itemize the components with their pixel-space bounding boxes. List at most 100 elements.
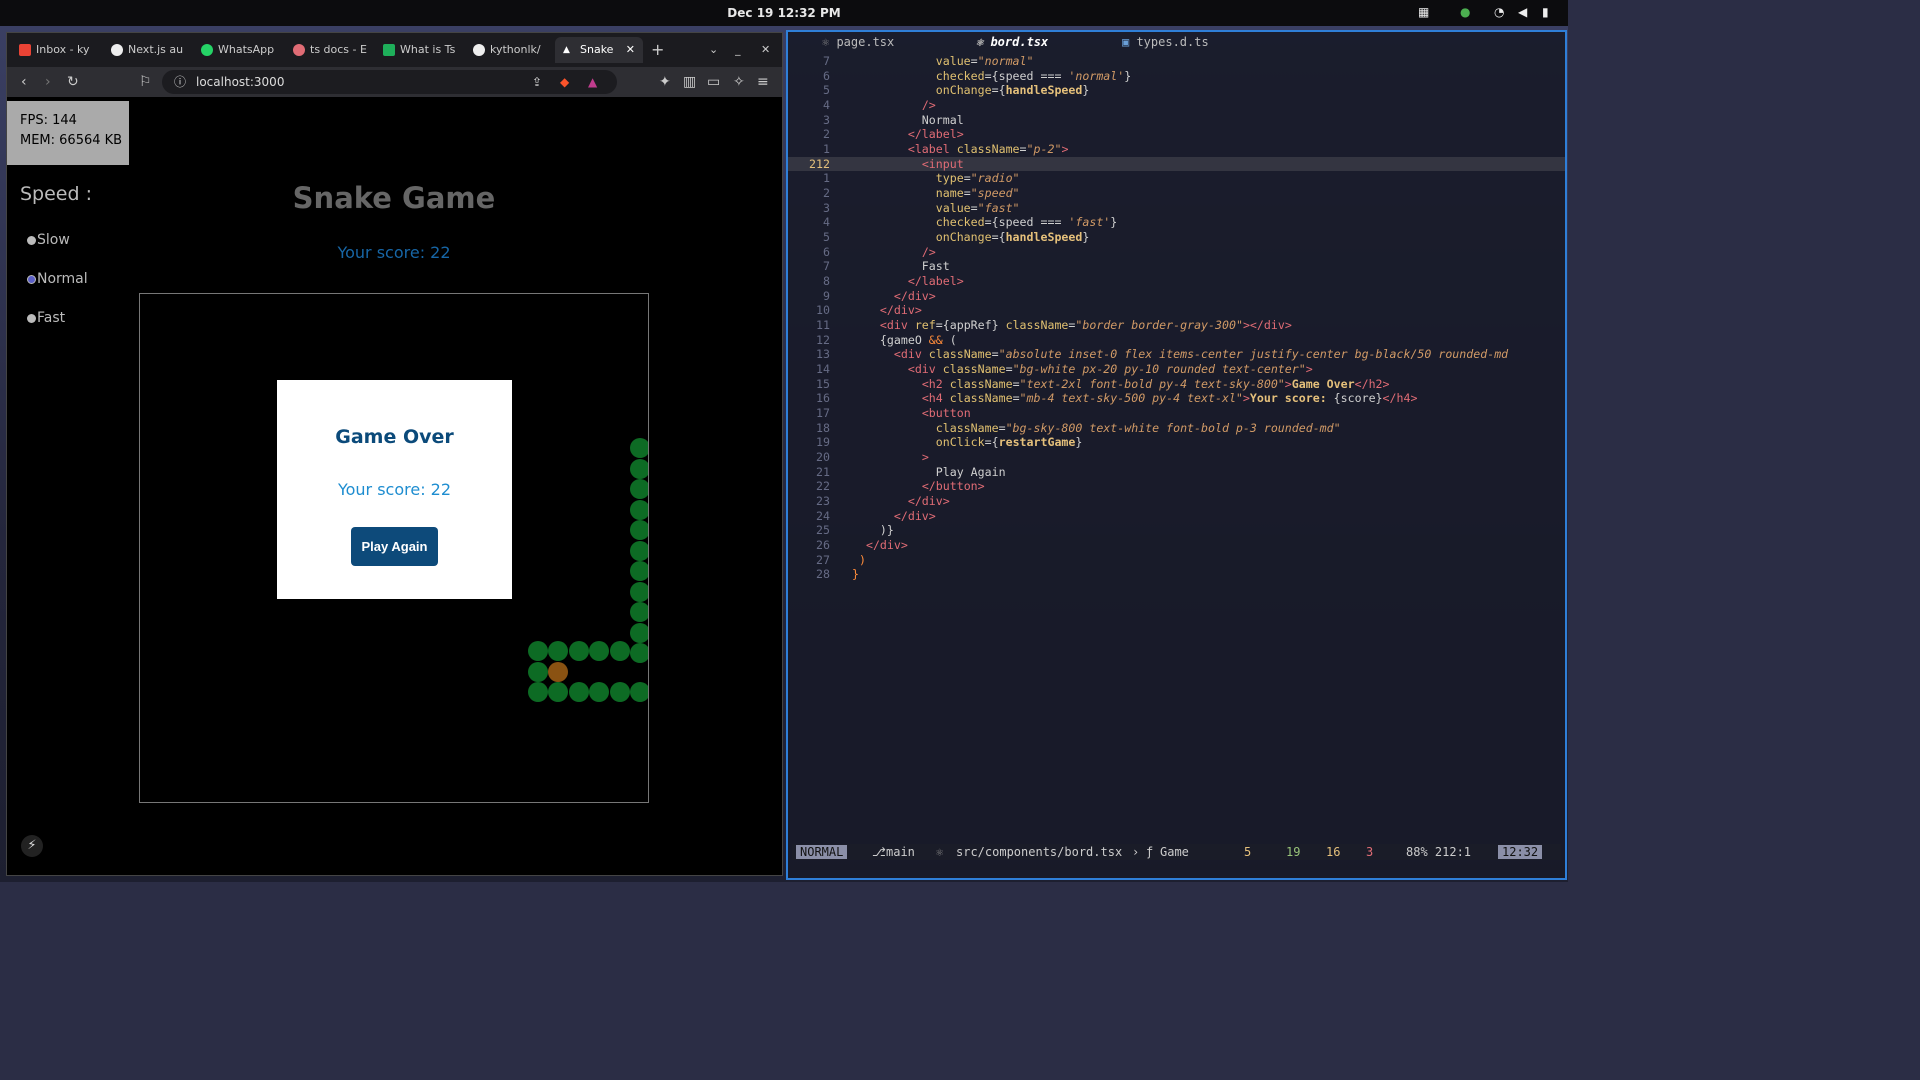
tab-snake[interactable]: ▲ Snake ✕ [555, 37, 643, 63]
battery-icon[interactable]: ▮ [1542, 5, 1549, 19]
code-line[interactable]: 25 )} [788, 523, 1565, 538]
code-line[interactable]: 3 Normal [788, 113, 1565, 128]
code-line[interactable]: 9 </div> [788, 289, 1565, 304]
volume-icon[interactable]: ◀ [1518, 5, 1527, 19]
close-tab-icon[interactable]: ✕ [626, 37, 635, 63]
added-count: 19 [1286, 845, 1301, 859]
code-line[interactable]: 13 <div className="absolute inset-0 flex… [788, 347, 1565, 362]
menu-icon[interactable]: ≡ [757, 74, 769, 90]
code-area[interactable]: 7 value="normal" 6 checked={speed === 'no… [788, 54, 1565, 594]
code-line[interactable]: 18 className="bg-sky-800 text-white font… [788, 421, 1565, 436]
code-line[interactable]: 26 </div> [788, 538, 1565, 553]
radio-selected-icon[interactable] [27, 274, 36, 284]
code-line[interactable]: 14 <div className="bg-white px-20 py-10 … [788, 362, 1565, 377]
code-line[interactable]: 2 </label> [788, 127, 1565, 142]
speed-option-slow[interactable]: Slow [27, 232, 70, 248]
editor-tab-types[interactable]: ▣ types.d.ts [1122, 35, 1209, 49]
brave-rewards-icon[interactable]: ▲ [588, 70, 597, 94]
address-bar[interactable]: ⓘ localhost:3000 ⇪ ◆ ▲ [162, 70, 617, 94]
snake-segment [569, 641, 589, 661]
tab-nextjs[interactable]: Next.js au [111, 37, 191, 63]
speed-option-fast[interactable]: Fast [27, 310, 65, 326]
code-line[interactable]: 21 Play Again [788, 465, 1565, 480]
code-token: </div> [893, 508, 936, 523]
code-line[interactable]: 10 </div> [788, 303, 1565, 318]
code-line[interactable]: 7 value="normal" [788, 54, 1565, 69]
code-line[interactable]: 4 checked={speed === 'fast'} [788, 215, 1565, 230]
code-line[interactable]: 6 checked={speed === 'normal'} [788, 69, 1565, 84]
snake-segment [630, 438, 648, 458]
editor-tab-bord[interactable]: ⚛ bord.tsx [976, 35, 1048, 49]
code-line[interactable]: 24 </div> [788, 509, 1565, 524]
forward-icon[interactable]: › [45, 74, 51, 90]
radio-icon[interactable] [27, 235, 36, 245]
code-line[interactable]: 3 value="fast" [788, 201, 1565, 216]
wifi-icon[interactable]: ◔ [1494, 5, 1504, 19]
code-line[interactable]: 4 /> [788, 98, 1565, 113]
code-line[interactable]: 15 <h2 className="text-2xl font-bold py-… [788, 377, 1565, 392]
code-line[interactable]: 212 <input [788, 156, 1565, 172]
code-token: onChange [935, 230, 992, 245]
share-icon[interactable]: ⇪ [532, 70, 542, 94]
workspace-icon[interactable]: ▦ [1418, 5, 1429, 19]
system-clock[interactable]: Dec 19 12:32 PM [0, 6, 1568, 20]
code-line[interactable]: 12 {gameO && ( [788, 333, 1565, 348]
tab-github-kythonlk[interactable]: kythonlk/ [473, 37, 553, 63]
code-line[interactable]: 28} [788, 567, 1565, 582]
bookmark-icon[interactable]: ⚐ [139, 74, 152, 90]
code-line[interactable]: 1 <label className="p-2"> [788, 142, 1565, 157]
wallet-icon[interactable]: ▭ [707, 74, 720, 90]
code-line[interactable]: 23 </div> [788, 494, 1565, 509]
url-text[interactable]: localhost:3000 [196, 70, 284, 94]
nextjs-dev-indicator-icon[interactable]: ⚡ [21, 835, 43, 857]
speed-option-normal[interactable]: Normal [27, 271, 88, 287]
tab-list-chevron-icon[interactable]: ⌄ [709, 37, 723, 63]
minimize-icon[interactable]: _ [735, 37, 749, 63]
brave-shield-icon[interactable]: ◆ [560, 70, 569, 94]
code-line[interactable]: 6 /> [788, 245, 1565, 260]
extensions-icon[interactable]: ✦ [659, 74, 671, 90]
react-file-icon: ⚛ [822, 35, 837, 49]
new-tab-button[interactable]: + [651, 37, 667, 63]
sidebar-icon[interactable]: ▥ [683, 74, 696, 90]
code-line[interactable]: 5 onChange={handleSpeed} [788, 83, 1565, 98]
code-line[interactable]: 27 ) [788, 553, 1565, 568]
code-line[interactable]: 8 </label> [788, 274, 1565, 289]
tab-ts-docs[interactable]: ts docs - E [293, 37, 373, 63]
reload-icon[interactable]: ↻ [67, 74, 79, 90]
code-line[interactable]: 2 name="speed" [788, 186, 1565, 201]
code-token: </h4> [1382, 391, 1418, 406]
site-info-icon[interactable]: ⓘ [174, 70, 186, 94]
tab-label: WhatsApp [218, 43, 275, 56]
code-line[interactable]: 11 <div ref={appRef} className="border b… [788, 318, 1565, 333]
code-line[interactable]: 19 onClick={restartGame} [788, 435, 1565, 450]
code-line[interactable]: 17 <button [788, 406, 1565, 421]
code-line[interactable]: 20 > [788, 450, 1565, 465]
leo-ai-icon[interactable]: ✧ [733, 74, 745, 90]
play-again-button[interactable]: Play Again [351, 527, 438, 566]
back-icon[interactable]: ‹ [21, 74, 27, 90]
radio-icon[interactable] [27, 313, 36, 323]
tab-whatsapp[interactable]: WhatsApp [201, 37, 283, 63]
code-line[interactable]: 5 onChange={handleSpeed} [788, 230, 1565, 245]
game-board[interactable]: Game Over Your score: 22 Play Again [139, 293, 649, 803]
tab-what-is-ts[interactable]: What is Ts [383, 37, 463, 63]
line-number: 3 [823, 200, 830, 215]
git-branch: main [886, 845, 915, 859]
editor-tab-page[interactable]: ⚛ page.tsx [822, 35, 894, 49]
code-line[interactable]: 16 <h4 className="mb-4 text-sky-500 py-4… [788, 391, 1565, 406]
page-viewport: FPS: 144 MEM: 66564 KB Speed : Slow Norm… [7, 97, 782, 875]
app-tray-icon[interactable]: ● [1460, 5, 1470, 19]
code-token: className [928, 347, 992, 362]
code-token: Game Over [1291, 376, 1355, 391]
code-line[interactable]: 22 </button> [788, 479, 1565, 494]
code-token: 'fast' [1068, 215, 1111, 230]
code-line[interactable]: 7 Fast [788, 259, 1565, 274]
close-window-icon[interactable]: ✕ [761, 37, 775, 63]
code-line[interactable]: 1 type="radio" [788, 171, 1565, 186]
tab-gmail[interactable]: Inbox - ky [19, 37, 101, 63]
